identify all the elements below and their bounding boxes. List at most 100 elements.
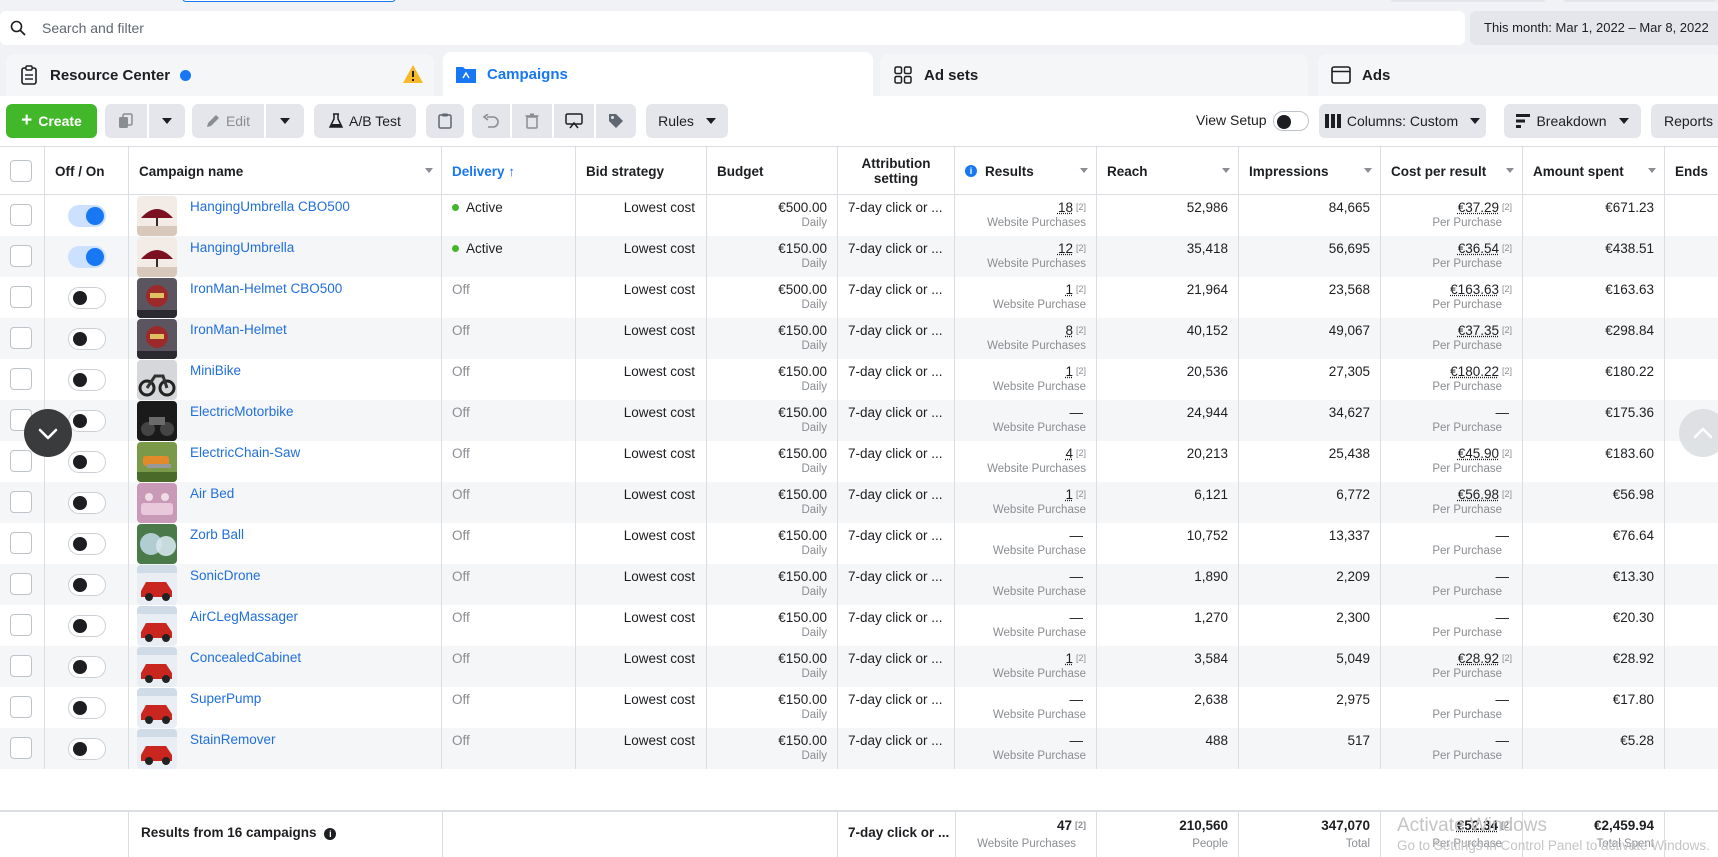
header-off-on[interactable]: Off / On [45,147,129,195]
breakdown-button[interactable]: Breakdown [1504,104,1641,138]
campaign-toggle[interactable] [68,451,106,473]
clipboard-button[interactable] [426,104,464,138]
campaign-name-link[interactable]: MiniBike [190,363,241,378]
row-checkbox[interactable] [10,368,32,390]
info-icon[interactable]: i [965,165,977,177]
header-amount-spent[interactable]: Amount spent [1523,147,1665,195]
campaign-toggle[interactable] [68,287,106,309]
row-checkbox[interactable] [10,573,32,595]
table-row[interactable]: ConcealedCabinet Off Lowest cost €150.00… [0,646,1718,687]
campaign-name-link[interactable]: HangingUmbrella CBO500 [190,199,350,214]
warning-icon[interactable] [402,64,424,88]
campaign-name-link[interactable]: ConcealedCabinet [190,650,301,665]
campaign-name-link[interactable]: SonicDrone [190,568,261,583]
campaign-toggle[interactable] [68,410,106,432]
header-attribution[interactable]: Attribution setting [838,147,955,195]
campaign-name-link[interactable]: AirCLegMassager [190,609,298,624]
undo-button[interactable] [472,104,510,138]
table-row[interactable]: MiniBike Off Lowest cost €150.00 Daily 7… [0,359,1718,400]
table-row[interactable]: SonicDrone Off Lowest cost €150.00 Daily… [0,564,1718,605]
campaign-name-link[interactable]: Air Bed [190,486,234,501]
campaign-toggle[interactable] [68,656,106,678]
campaign-toggle[interactable] [68,615,106,637]
header-campaign-name[interactable]: Campaign name [129,147,442,195]
campaign-name-link[interactable]: SuperPump [190,691,261,706]
top-fragment-button[interactable] [182,0,396,2]
row-checkbox[interactable] [10,204,32,226]
create-button[interactable]: + Create [6,104,97,138]
campaign-toggle[interactable] [68,574,106,596]
tab-resource-center[interactable]: Resource Center [6,54,434,96]
table-row[interactable]: HangingUmbrella CBO500 Active Lowest cos… [0,195,1718,236]
header-delivery[interactable]: Delivery ↑ [442,147,576,195]
campaign-name-link[interactable]: IronMan-Helmet CBO500 [190,281,342,296]
table-row[interactable]: IronMan-Helmet Off Lowest cost €150.00 D… [0,318,1718,359]
campaign-toggle[interactable] [68,205,106,227]
reports-button[interactable]: Reports [1651,104,1718,138]
campaign-name-link[interactable]: Zorb Ball [190,527,244,542]
campaign-toggle[interactable] [68,697,106,719]
tab-campaigns[interactable]: Campaigns [443,52,873,96]
header-cost-per-result[interactable]: Cost per result [1381,147,1523,195]
top-fragment-chip[interactable] [1562,0,1718,2]
campaign-toggle[interactable] [68,369,106,391]
table-row[interactable]: AirCLegMassager Off Lowest cost €150.00 … [0,605,1718,646]
search-input[interactable] [42,20,1342,36]
campaign-toggle[interactable] [68,533,106,555]
info-icon[interactable]: i [324,828,337,840]
row-checkbox[interactable] [10,614,32,636]
table-row[interactable]: Zorb Ball Off Lowest cost €150.00 Daily … [0,523,1718,564]
row-budget-cell: €150.00 Daily [707,523,838,564]
campaign-toggle[interactable] [68,246,106,268]
header-budget[interactable]: Budget [707,147,838,195]
header-impressions[interactable]: Impressions [1239,147,1381,195]
tab-ad-sets[interactable]: Ad sets [880,54,1308,96]
export-button[interactable] [554,104,594,138]
header-ends[interactable]: Ends [1665,147,1718,195]
row-checkbox[interactable] [10,696,32,718]
tag-button[interactable] [596,104,636,138]
tab-ads[interactable]: Ads [1318,54,1718,96]
campaign-name-link[interactable]: IronMan-Helmet [190,322,287,337]
edit-dropdown-button[interactable] [266,104,304,138]
campaign-toggle[interactable] [68,328,106,350]
delete-button[interactable] [512,104,552,138]
row-checkbox[interactable] [10,245,32,267]
campaign-name-link[interactable]: ElectricChain-Saw [190,445,300,460]
table-row[interactable]: ElectricMotorbike Off Lowest cost €150.0… [0,400,1718,441]
header-reach[interactable]: Reach [1097,147,1239,195]
scroll-down-button[interactable] [24,409,72,457]
select-all-checkbox[interactable] [10,160,32,182]
ab-test-button[interactable]: A/B Test [314,104,416,138]
table-row[interactable]: StainRemover Off Lowest cost €150.00 Dai… [0,728,1718,769]
row-checkbox[interactable] [10,491,32,513]
scroll-up-button[interactable] [1679,409,1718,457]
row-checkbox[interactable] [10,532,32,554]
date-range-picker[interactable]: This month: Mar 1, 2022 – Mar 8, 2022 [1470,11,1718,45]
campaign-name-link[interactable]: HangingUmbrella [190,240,294,255]
campaign-toggle[interactable] [68,492,106,514]
table-row[interactable]: SuperPump Off Lowest cost €150.00 Daily … [0,687,1718,728]
table-row[interactable]: Air Bed Off Lowest cost €150.00 Daily 7-… [0,482,1718,523]
columns-button[interactable]: Columns: Custom [1319,104,1486,138]
table-row[interactable]: IronMan-Helmet CBO500 Off Lowest cost €5… [0,277,1718,318]
top-fragment-chip[interactable] [1406,0,1546,2]
row-checkbox[interactable] [10,655,32,677]
duplicate-button[interactable] [105,104,147,138]
row-checkbox[interactable] [10,286,32,308]
campaign-name-link[interactable]: ElectricMotorbike [190,404,294,419]
header-bid-strategy[interactable]: Bid strategy [576,147,707,195]
header-results[interactable]: i Results [955,147,1097,195]
campaign-toggle[interactable] [68,738,106,760]
campaign-name-link[interactable]: StainRemover [190,732,276,747]
search-bar[interactable] [0,11,1465,45]
row-checkbox[interactable] [10,737,32,759]
edit-button[interactable]: Edit [192,104,264,138]
table-row[interactable]: ElectricChain-Saw Off Lowest cost €150.0… [0,441,1718,482]
rules-button[interactable]: Rules [646,104,728,138]
view-setup-toggle[interactable] [1273,111,1309,131]
table-row[interactable]: HangingUmbrella Active Lowest cost €150.… [0,236,1718,277]
row-checkbox[interactable] [10,327,32,349]
budget-value: €150.00 [778,610,827,625]
duplicate-dropdown-button[interactable] [149,104,185,138]
